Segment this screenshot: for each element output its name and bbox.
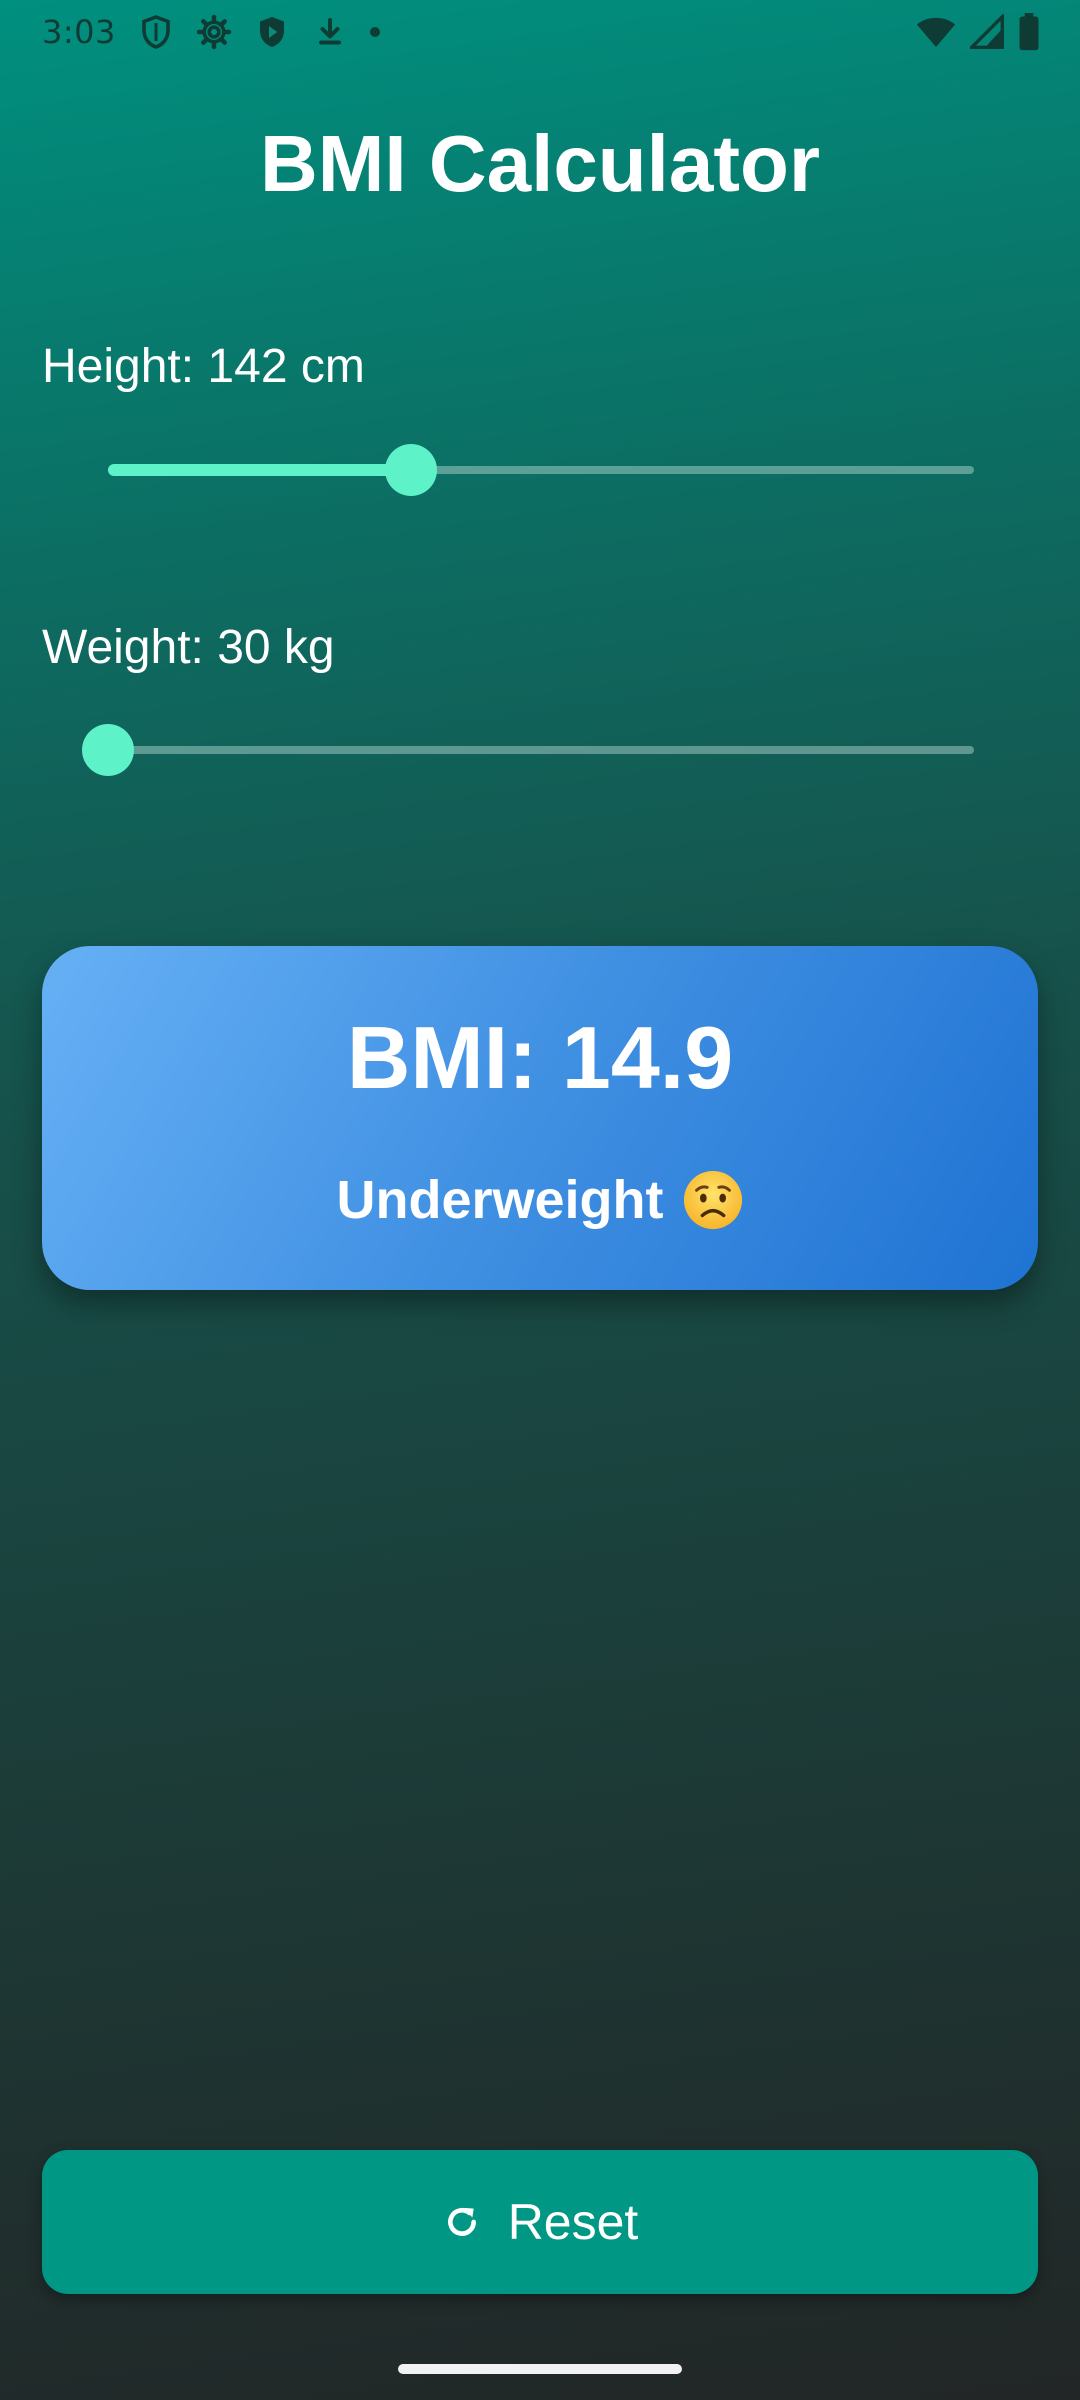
weight-slider[interactable] [82, 720, 974, 780]
page-title: BMI Calculator [259, 119, 821, 208]
height-slider[interactable] [108, 440, 974, 500]
wifi-icon [916, 14, 956, 50]
home-indicator[interactable] [398, 2364, 682, 2374]
bmi-category: Underweight [42, 1168, 1038, 1232]
reset-button[interactable]: Reset [42, 2150, 1038, 2294]
gear-icon [196, 14, 232, 50]
status-left: 3:03 [42, 10, 380, 54]
signal-icon [970, 14, 1004, 50]
status-time: 3:03 [42, 13, 116, 51]
weight-slider-thumb[interactable] [82, 724, 134, 776]
status-bar: 3:03 [0, 0, 1080, 64]
height-label: Height: 142 cm [42, 340, 365, 393]
reset-label: Reset [507, 2194, 639, 2250]
status-right [916, 12, 1040, 52]
refresh-icon [442, 2202, 482, 2242]
bmi-category-label: Underweight [336, 1170, 664, 1230]
height-slider-fill [108, 464, 412, 476]
height-slider-thumb[interactable] [385, 444, 438, 496]
download-icon [312, 14, 348, 50]
battery-icon [1018, 13, 1040, 51]
weight-slider-track[interactable] [108, 746, 974, 754]
dot-icon [369, 27, 380, 37]
shield-icon [138, 14, 174, 50]
result-card: BMI: 14.9 Underweight [42, 946, 1038, 1290]
bmi-value: BMI: 14.9 [346, 1008, 734, 1107]
play-protect-icon [254, 14, 290, 50]
worried-face-icon [682, 1169, 744, 1231]
weight-label: Weight: 30 kg [42, 621, 335, 674]
